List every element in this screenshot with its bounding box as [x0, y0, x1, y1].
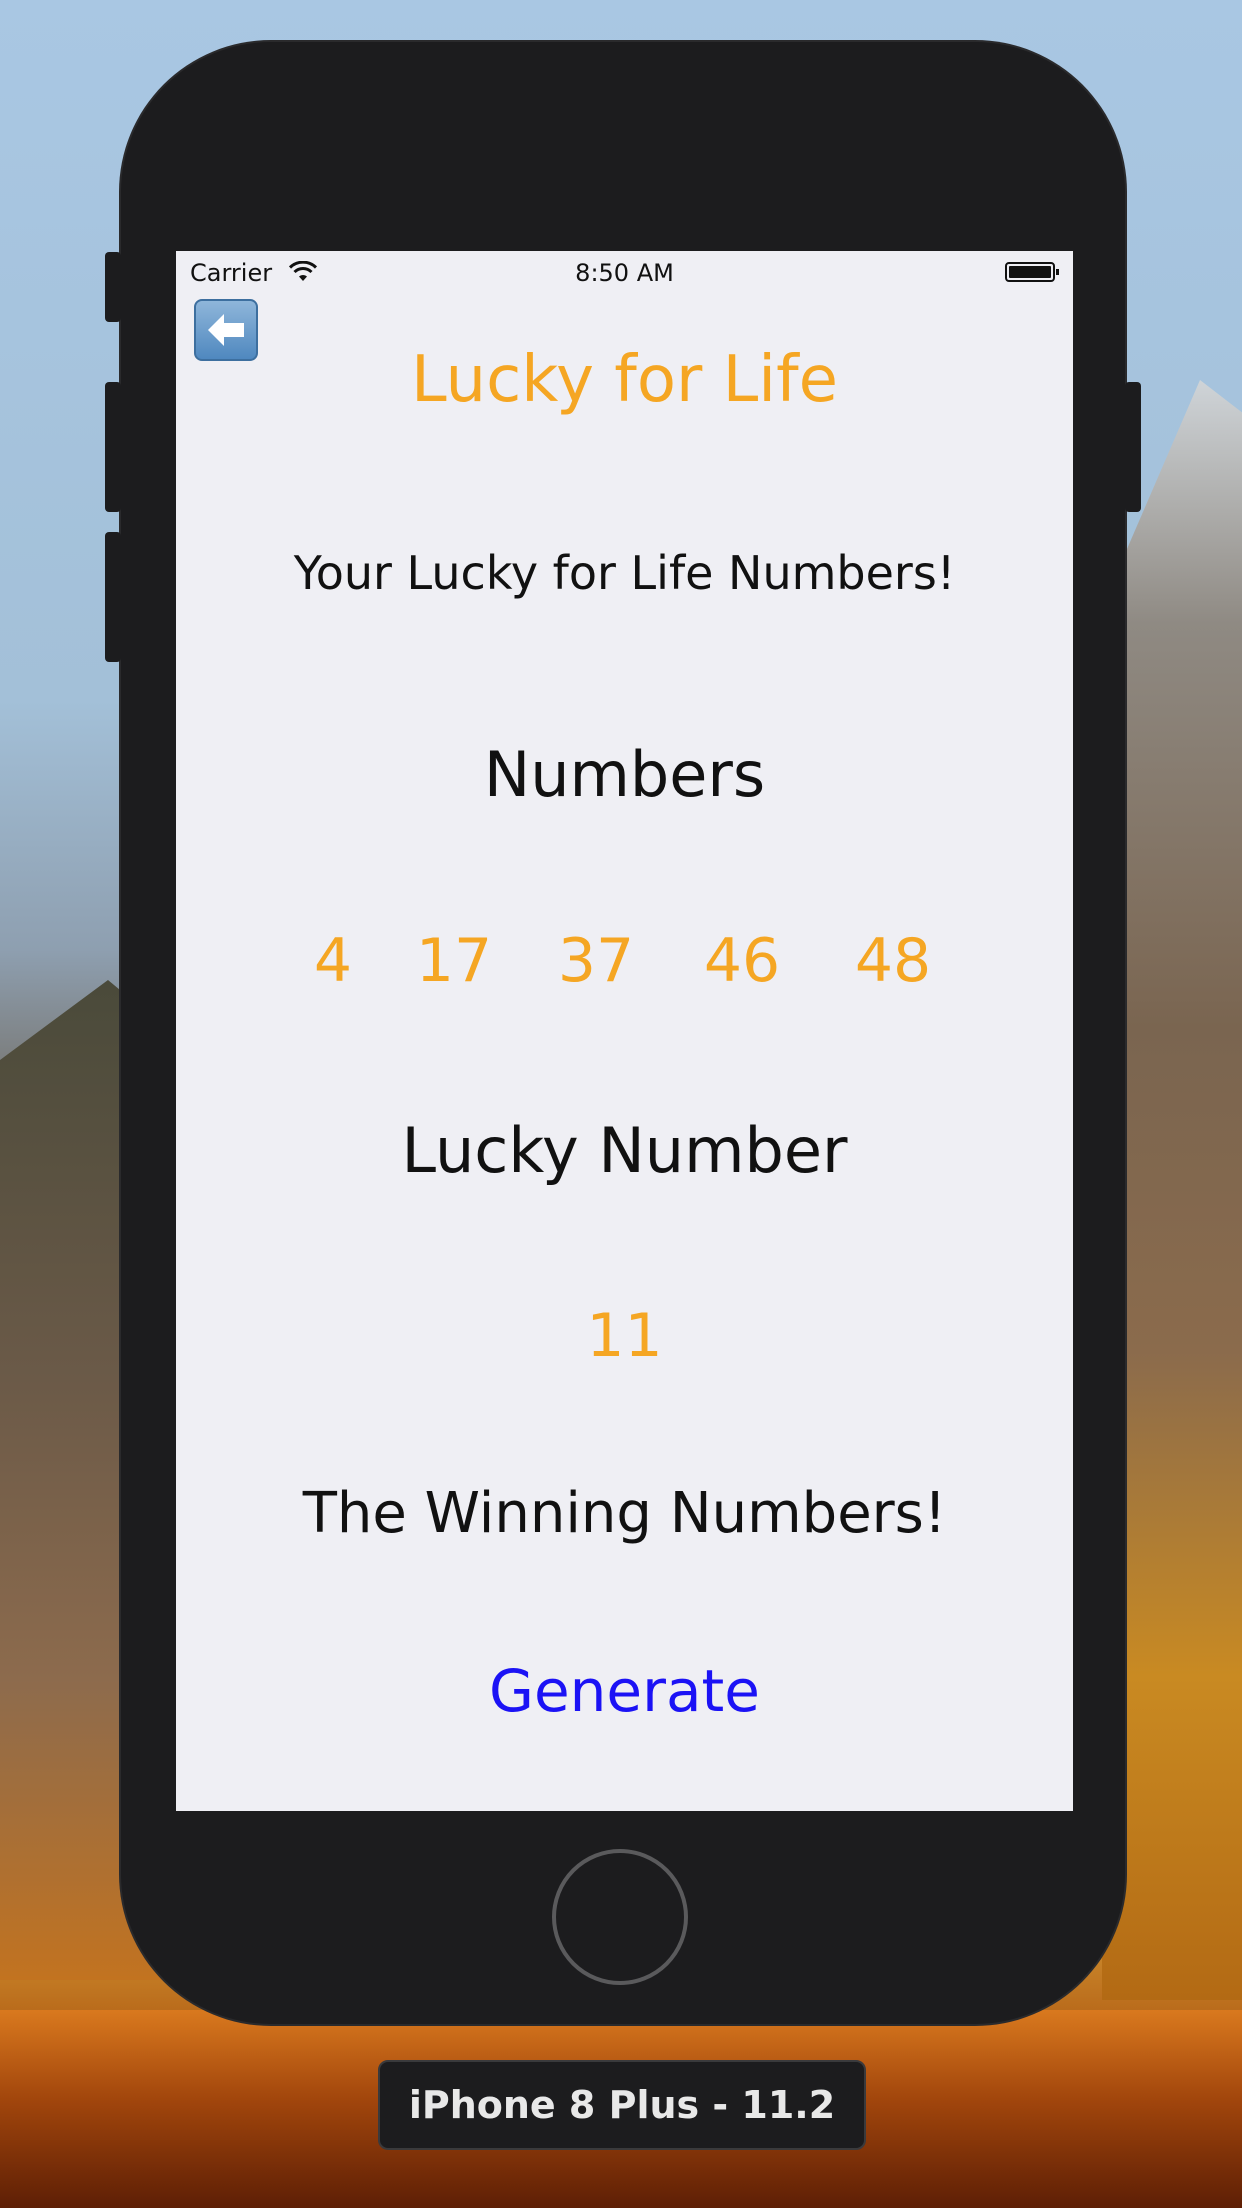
status-bar: Carrier 8:50 AM: [176, 251, 1073, 295]
silent-switch[interactable]: [105, 252, 121, 322]
app-screen: Carrier 8:50 AM Lucky for Life Your Luck…: [176, 251, 1073, 1811]
lucky-number-value: 11: [586, 1301, 663, 1371]
drawn-number-4: 46: [703, 926, 781, 996]
volume-down-button[interactable]: [105, 532, 121, 662]
generate-button[interactable]: Generate: [476, 1651, 773, 1731]
winning-numbers-label: The Winning Numbers!: [302, 1481, 947, 1546]
drawn-number-1: 4: [313, 926, 353, 996]
power-button[interactable]: [1125, 382, 1141, 512]
numbers-heading: Numbers: [483, 738, 766, 811]
battery-icon: [1005, 262, 1059, 282]
lucky-number-heading: Lucky Number: [401, 1114, 848, 1187]
home-button[interactable]: [552, 1849, 688, 1985]
volume-up-button[interactable]: [105, 382, 121, 512]
drawn-number-3: 37: [557, 926, 635, 996]
status-time: 8:50 AM: [575, 259, 674, 287]
drawn-number-2: 17: [415, 926, 493, 996]
page-title: Lucky for Life: [411, 343, 838, 417]
simulator-device-label: iPhone 8 Plus - 11.2: [378, 2060, 866, 2150]
page-subtitle: Your Lucky for Life Numbers!: [293, 546, 956, 600]
drawn-number-5: 48: [854, 926, 932, 996]
